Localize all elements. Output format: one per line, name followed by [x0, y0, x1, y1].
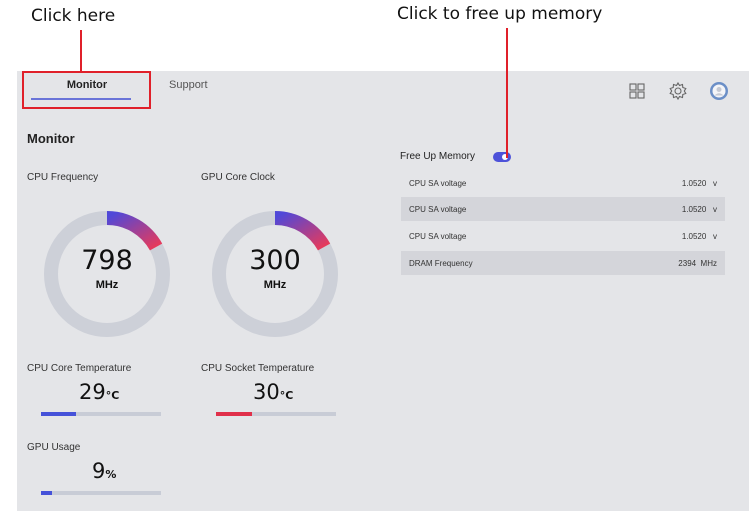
row-unit: v — [713, 179, 717, 188]
gpu-usage-label: GPU Usage — [27, 442, 81, 453]
free-up-memory-label: Free Up Memory — [400, 151, 476, 162]
row-name: CPU SA voltage — [409, 232, 467, 241]
gpu-core-clock-arc — [274, 211, 331, 251]
cpu-core-temp-label: CPU Core Temperature — [27, 363, 132, 374]
table-row: CPU SA voltage 1.0520 v — [401, 224, 725, 248]
cpu-socket-temp-fill — [216, 412, 252, 416]
row-value: 1.0520 v — [682, 179, 717, 188]
row-unit: v — [713, 205, 717, 214]
callout-line-right — [506, 28, 508, 158]
cpu-core-temp-unit: °C — [105, 389, 120, 402]
grid-icon[interactable] — [627, 81, 647, 101]
callout-free-memory: Click to free up memory — [397, 4, 603, 24]
gpu-core-clock-gauge: 300 MHz — [210, 209, 340, 339]
cpu-socket-temp-unit: °C — [279, 389, 294, 402]
cpu-socket-temp-value: 30°C — [253, 380, 293, 404]
user-avatar-icon[interactable] — [709, 81, 729, 101]
free-up-memory-toggle[interactable] — [493, 152, 511, 162]
gpu-core-clock-label: GPU Core Clock — [201, 172, 275, 183]
cpu-core-temp-fill — [41, 412, 76, 416]
row-unit: v — [713, 232, 717, 241]
row-name: CPU SA voltage — [409, 205, 467, 214]
row-value: 1.0520 v — [682, 205, 717, 214]
gpu-core-clock-value: 300 — [249, 245, 301, 276]
tab-monitor[interactable]: Monitor — [25, 79, 149, 91]
cpu-core-temp-value: 29°C — [79, 380, 119, 404]
gpu-usage-value: 9% — [92, 459, 116, 483]
cpu-core-temp-number: 29 — [79, 380, 106, 404]
table-row: CPU SA voltage 1.0520 v — [401, 197, 725, 221]
gpu-usage-bar — [41, 491, 161, 495]
cpu-socket-temp-bar — [216, 412, 336, 416]
cpu-frequency-gauge: 798 MHz — [42, 209, 172, 339]
cpu-frequency-unit: MHz — [95, 279, 119, 291]
cpu-frequency-value: 798 — [81, 245, 133, 276]
gpu-usage-unit: % — [105, 468, 117, 481]
table-row: CPU SA voltage 1.0520 v — [401, 171, 725, 195]
tab-active-underline — [31, 98, 131, 100]
row-number: 1.0520 — [681, 205, 707, 214]
cpu-frequency-arc — [106, 211, 163, 251]
row-number: 1.0520 — [681, 179, 707, 188]
gpu-usage-fill — [41, 491, 52, 495]
section-title: Monitor — [27, 131, 75, 146]
app-window: Monitor Support Monitor CPU Frequency GP… — [17, 71, 749, 511]
callout-click-here: Click here — [31, 6, 116, 26]
cpu-frequency-label: CPU Frequency — [27, 172, 99, 183]
cpu-socket-temp-number: 30 — [253, 380, 280, 404]
callout-line-left — [80, 30, 82, 73]
row-number: 1.0520 — [681, 232, 707, 241]
row-name: CPU SA voltage — [409, 179, 467, 188]
gpu-core-clock-unit: MHz — [263, 279, 287, 291]
row-unit: MHz — [700, 259, 717, 268]
cpu-core-temp-bar — [41, 412, 161, 416]
row-value: 2394 MHz — [678, 259, 717, 268]
cpu-socket-temp-label: CPU Socket Temperature — [201, 363, 315, 374]
gear-icon[interactable] — [668, 81, 688, 101]
tab-support[interactable]: Support — [169, 79, 208, 91]
row-name: DRAM Frequency — [409, 259, 473, 268]
table-row: DRAM Frequency 2394 MHz — [401, 251, 725, 275]
gpu-usage-number: 9 — [92, 459, 106, 483]
row-number: 2394 — [678, 259, 697, 268]
row-value: 1.0520 v — [682, 232, 717, 241]
